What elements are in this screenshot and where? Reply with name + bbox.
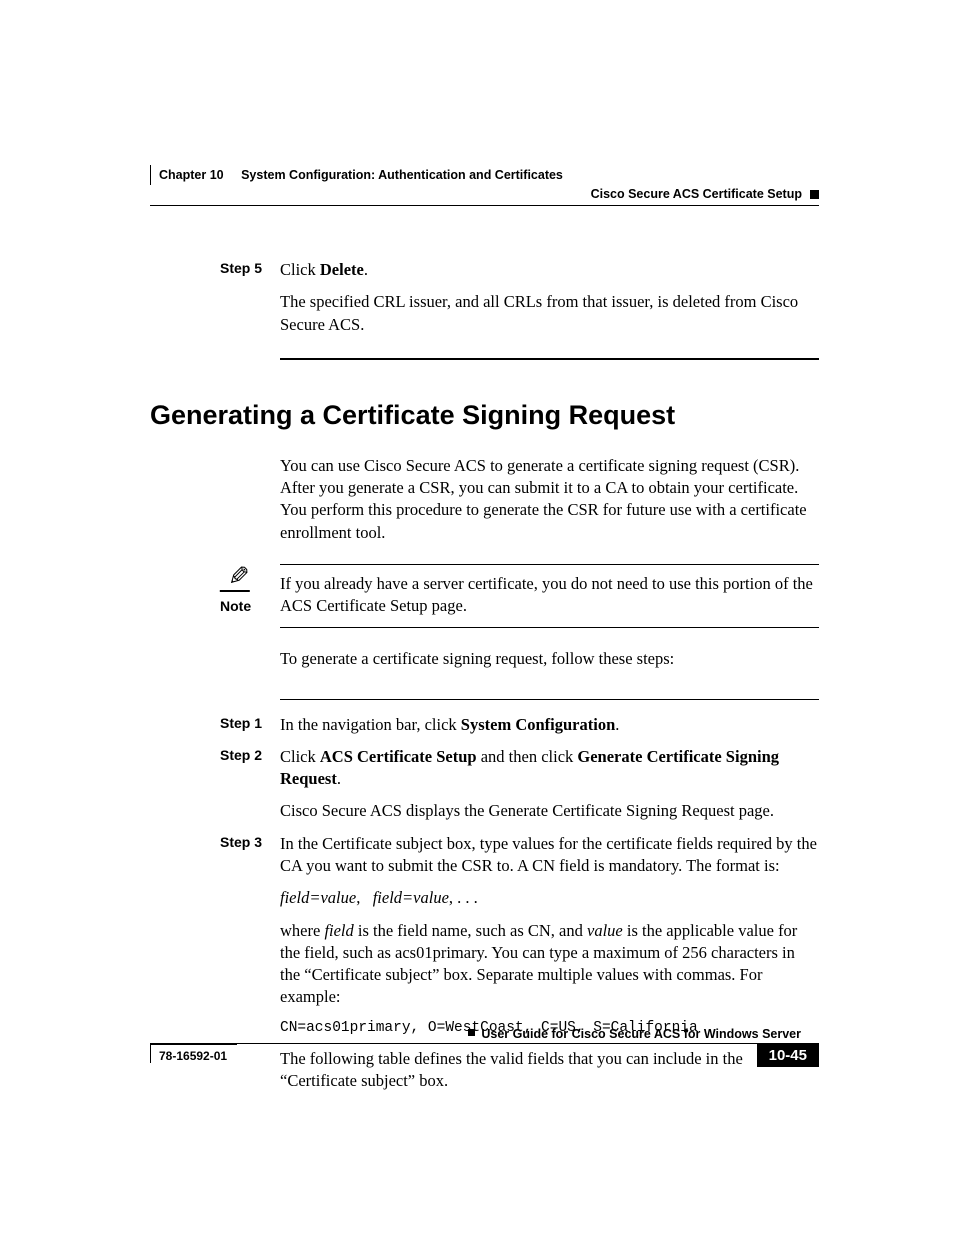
section-end-rule — [280, 358, 819, 360]
section-right: Cisco Secure ACS Certificate Setup — [591, 187, 802, 201]
section-heading: Generating a Certificate Signing Request — [150, 400, 819, 431]
footer-square-icon — [468, 1029, 475, 1036]
running-header: Chapter 10 System Configuration: Authent… — [150, 165, 819, 206]
chapter-title: System Configuration: Authentication and… — [241, 168, 563, 182]
lead-in: To generate a certificate signing reques… — [280, 648, 819, 670]
step-body: In the navigation bar, click System Conf… — [280, 714, 819, 746]
where-paragraph: where field is the field name, such as C… — [280, 920, 819, 1009]
page-number: 10-45 — [757, 1044, 819, 1067]
step-body: Click ACS Certificate Setup and then cli… — [280, 746, 819, 833]
document-number: 78-16592-01 — [150, 1044, 237, 1063]
step-label: Step 1 — [220, 714, 280, 746]
step-label: Step 2 — [220, 746, 280, 833]
guide-title: User Guide for Cisco Secure ACS for Wind… — [481, 1027, 801, 1041]
note-body: If you already have a server certificate… — [280, 564, 819, 629]
format-line: field=value, field=value, . . . — [280, 887, 819, 909]
step-2: Step 2 Click ACS Certificate Setup and t… — [220, 746, 819, 833]
step-1: Step 1 In the navigation bar, click Syst… — [220, 714, 819, 746]
step-5: Step 5 Click Delete. The specified CRL i… — [220, 259, 819, 346]
pencil-icon: ✎ — [220, 564, 250, 592]
chapter-label: Chapter 10 — [159, 168, 224, 182]
header-square-icon — [810, 190, 819, 199]
procedure-start-rule — [280, 699, 819, 700]
step-body: Click Delete. The specified CRL issuer, … — [280, 259, 819, 346]
step-label: Step 5 — [220, 259, 280, 346]
note-block: ✎ Note If you already have a server cert… — [220, 564, 819, 629]
intro-paragraph: You can use Cisco Secure ACS to generate… — [280, 455, 819, 544]
document-page: Chapter 10 System Configuration: Authent… — [0, 0, 954, 1235]
note-label: Note — [220, 598, 280, 614]
page-footer: User Guide for Cisco Secure ACS for Wind… — [150, 1027, 819, 1067]
